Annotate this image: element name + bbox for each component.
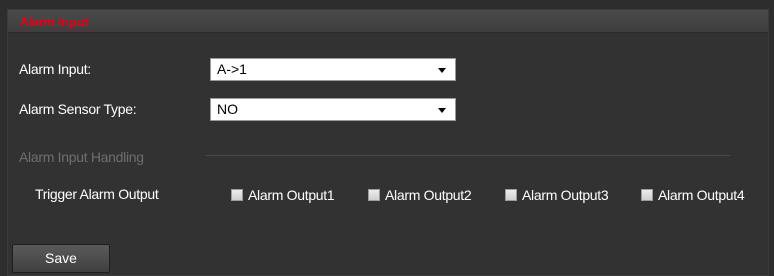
chevron-down-icon — [438, 68, 446, 73]
sensor-type-select[interactable]: NO — [210, 98, 456, 121]
sensor-type-value: NO — [217, 101, 238, 117]
sensor-type-label: Alarm Sensor Type: — [19, 101, 137, 117]
alarm-output-1-checkbox[interactable] — [231, 189, 243, 201]
save-button[interactable]: Save — [12, 244, 110, 273]
handling-section-label: Alarm Input Handling — [19, 149, 144, 165]
alarm-input-select[interactable]: A->1 — [210, 58, 456, 81]
alarm-output-4-option[interactable]: Alarm Output4 — [641, 187, 745, 203]
alarm-output-2-label: Alarm Output2 — [385, 187, 472, 203]
alarm-output-3-option[interactable]: Alarm Output3 — [505, 187, 609, 203]
trigger-alarm-output-label: Trigger Alarm Output — [35, 186, 159, 202]
alarm-output-2-option[interactable]: Alarm Output2 — [368, 187, 472, 203]
alarm-output-4-checkbox[interactable] — [641, 189, 653, 201]
alarm-input-label: Alarm Input: — [19, 61, 91, 77]
alarm-output-4-label: Alarm Output4 — [658, 187, 745, 203]
alarm-input-value: A->1 — [217, 61, 247, 77]
panel-header: Alarm Input — [8, 10, 768, 33]
alarm-input-panel: Alarm Input Alarm Input: A->1 Alarm Sens… — [7, 9, 769, 276]
section-divider — [206, 155, 730, 156]
chevron-down-icon — [438, 108, 446, 113]
alarm-output-1-option[interactable]: Alarm Output1 — [231, 187, 335, 203]
alarm-output-3-label: Alarm Output3 — [522, 187, 609, 203]
alarm-output-1-label: Alarm Output1 — [248, 187, 335, 203]
alarm-output-2-checkbox[interactable] — [368, 189, 380, 201]
alarm-output-3-checkbox[interactable] — [505, 189, 517, 201]
panel-title: Alarm Input — [19, 14, 88, 29]
